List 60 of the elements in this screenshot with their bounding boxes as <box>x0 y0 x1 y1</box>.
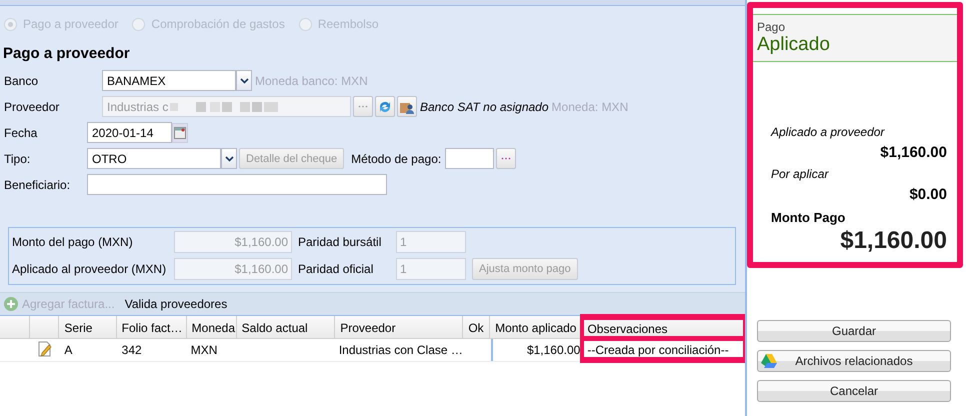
date-field[interactable]: 2020-01-14 <box>87 122 172 143</box>
column-header[interactable]: Folio fact… <box>116 316 187 338</box>
sat-bank-note: Banco SAT no asignado <box>420 100 549 114</box>
table-cell: --Creada por conciliación-- <box>582 339 746 361</box>
drive-icon <box>761 354 777 368</box>
refresh-icon[interactable] <box>375 96 395 117</box>
dropdown-caret-icon[interactable] <box>221 148 237 169</box>
action-button[interactable]: Guardar <box>757 320 951 342</box>
summary-amount: $1,160.00 <box>879 143 947 163</box>
field-label: Banco <box>3 74 40 88</box>
field-label: Monto del pago (MXN) <box>12 235 134 249</box>
field-label: Paridad bursátil <box>297 235 382 249</box>
field-label: Tipo: <box>3 152 32 166</box>
currency-note: Moneda: MXN <box>552 100 628 114</box>
table-cell-text: A <box>63 342 74 359</box>
summary-label: Por aplicar <box>771 166 830 182</box>
status-label: Pago <box>757 20 786 34</box>
column-header[interactable]: Moneda <box>186 316 237 338</box>
bank-person-icon[interactable] <box>397 96 417 117</box>
field-label: Aplicado al proveedor (MXN) <box>12 262 168 276</box>
dropdown-caret-icon[interactable] <box>236 70 252 91</box>
browse-button[interactable] <box>353 96 373 117</box>
field-label: Fecha <box>3 126 38 140</box>
edit-document-icon[interactable] <box>38 341 53 357</box>
field-label: Proveedor <box>3 100 60 114</box>
summary-amount: $0.00 <box>908 185 947 205</box>
action-button[interactable]: Archivos relacionados <box>757 350 951 372</box>
add-icon <box>4 297 18 311</box>
currency-note: Moneda banco: MXN <box>255 74 368 88</box>
toolbar-button[interactable]: Valida proveedores <box>124 297 228 311</box>
column-header[interactable]: Ok <box>463 316 490 338</box>
status-text: Aplicado <box>757 34 831 56</box>
radio-button[interactable] <box>4 18 17 30</box>
form-title: Pago a proveedor <box>2 44 131 64</box>
field-label: Paridad oficial <box>297 262 374 276</box>
ellipsis-icon <box>501 157 512 160</box>
column-header[interactable]: Proveedor <box>335 316 464 338</box>
calendar-icon[interactable] <box>172 122 188 142</box>
ellipsis-icon <box>358 105 368 108</box>
table-cell: $1,160.00 <box>490 339 582 361</box>
summary-label: Monto Pago <box>771 210 846 225</box>
beneficiary-field[interactable] <box>87 174 387 195</box>
type-dropdown[interactable]: OTRO <box>87 148 221 169</box>
radio-button[interactable] <box>298 18 312 30</box>
summary-label: Aplicado a proveedor <box>771 124 886 140</box>
field-label: Método de pago: <box>350 152 442 166</box>
radio-button[interactable] <box>132 18 146 30</box>
payment-method-field[interactable] <box>445 148 494 169</box>
table-cell-text: Industrias con Clase … <box>338 342 464 359</box>
column-header[interactable]: Saldo actual <box>236 316 336 338</box>
bank-dropdown[interactable]: BANAMEX <box>102 70 236 91</box>
action-button[interactable]: Cancelar <box>757 380 951 402</box>
column-header[interactable]: Observaciones <box>582 316 746 338</box>
column-header[interactable]: Monto aplicado <box>490 316 582 338</box>
table-cell-text: 342 <box>120 342 143 359</box>
table-cell-text: MXN <box>190 342 218 359</box>
browse-button[interactable] <box>496 148 516 169</box>
total-amount: $1,160.00 <box>839 226 947 256</box>
field-label: Beneficiario: <box>3 178 72 192</box>
column-header[interactable]: Serie <box>59 316 117 338</box>
